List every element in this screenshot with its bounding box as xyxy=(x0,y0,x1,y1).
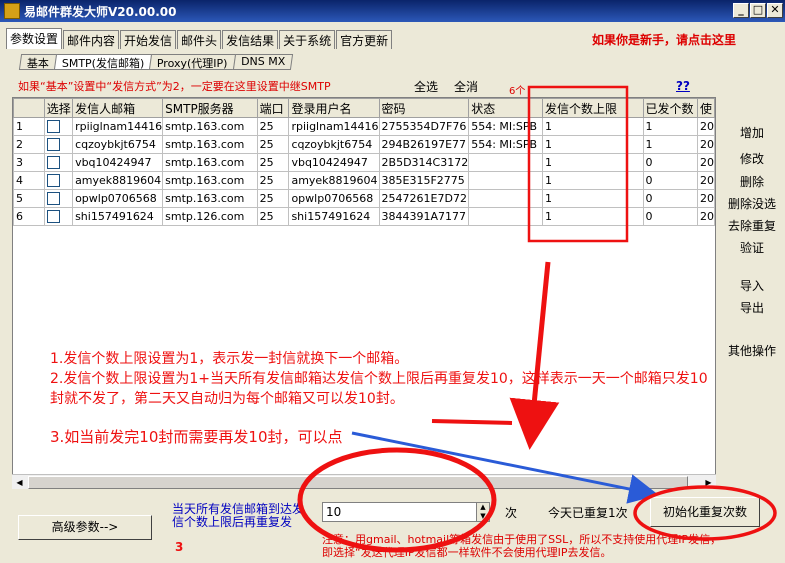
input-circle xyxy=(297,447,497,553)
highlight-box xyxy=(527,85,629,243)
blue-arrow-icon xyxy=(351,431,659,504)
red-pointer-line xyxy=(431,419,513,425)
red-arrow-icon xyxy=(509,261,560,450)
annotation-overlay xyxy=(297,85,777,553)
button-circle xyxy=(633,485,777,541)
